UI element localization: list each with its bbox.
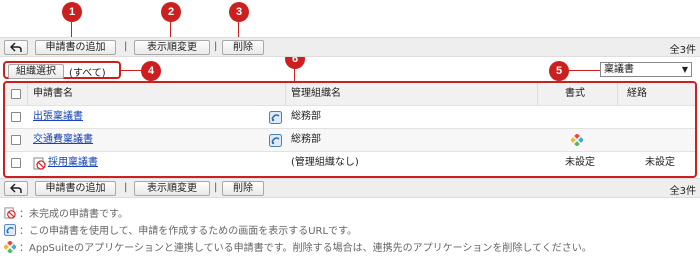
format-status: 未設定 bbox=[565, 157, 595, 168]
table-row: 採用稟議書 (管理組織なし) 未設定 未設定 bbox=[5, 152, 695, 175]
table-header: 申請書名 管理組織名 書式 経路 bbox=[5, 83, 695, 106]
legend-appsuite-text: ：AppSuiteのアプリケーションと連携している申請書です。削除する場合は、連… bbox=[19, 243, 592, 254]
url-icon[interactable] bbox=[269, 134, 282, 150]
route-status: 未設定 bbox=[645, 157, 675, 168]
org-filter-group: 組織選択 (すべて) bbox=[3, 61, 121, 79]
item-count: 全3件 bbox=[669, 186, 696, 197]
form-name-link[interactable]: 採用稟議書 bbox=[48, 152, 98, 175]
form-table: 申請書名 管理組織名 書式 経路 出張稟議書 総務部 交通費稟議書 総務部 採用 bbox=[3, 81, 697, 178]
callout-1: 1 bbox=[62, 2, 82, 22]
incomplete-icon bbox=[33, 157, 46, 173]
org-name: 総務部 bbox=[291, 134, 321, 145]
org-name: (管理組織なし) bbox=[291, 157, 359, 168]
toolbar-separator: | bbox=[124, 182, 128, 193]
callout-3: 3 bbox=[229, 2, 249, 22]
org-select-button[interactable]: 組織選択 bbox=[8, 64, 64, 79]
add-form-button[interactable]: 申請書の追加 bbox=[35, 40, 116, 55]
row-checkbox[interactable] bbox=[11, 135, 21, 145]
appsuite-icon bbox=[3, 239, 17, 256]
back-arrow-icon bbox=[10, 42, 22, 52]
header-format[interactable]: 書式 bbox=[565, 83, 585, 106]
toolbar-separator: | bbox=[214, 182, 218, 193]
back-button[interactable] bbox=[4, 181, 28, 196]
chevron-down-icon: ▼ bbox=[681, 65, 688, 74]
url-icon bbox=[4, 223, 16, 239]
add-form-button[interactable]: 申請書の追加 bbox=[35, 181, 116, 196]
header-org-name[interactable]: 管理組織名 bbox=[291, 83, 341, 106]
url-icon[interactable] bbox=[269, 111, 282, 127]
incomplete-icon bbox=[4, 206, 16, 222]
table-row: 出張稟議書 総務部 bbox=[5, 106, 695, 129]
reorder-button[interactable]: 表示順変更 bbox=[134, 181, 210, 196]
header-route[interactable]: 経路 bbox=[627, 83, 647, 106]
legend-appsuite: ：AppSuiteのアプリケーションと連携している申請書です。削除する場合は、連… bbox=[3, 239, 592, 256]
item-count: 全3件 bbox=[669, 45, 696, 56]
callout-2: 2 bbox=[161, 2, 181, 22]
row-checkbox[interactable] bbox=[11, 158, 21, 168]
delete-button[interactable]: 削除 bbox=[222, 181, 264, 196]
header-form-name[interactable]: 申請書名 bbox=[33, 83, 73, 106]
form-type-select[interactable]: 稟議書 ▼ bbox=[600, 62, 692, 77]
row-checkbox[interactable] bbox=[11, 112, 21, 122]
delete-button[interactable]: 削除 bbox=[222, 40, 264, 55]
legend-incomplete-text: ：未完成の申請書です。 bbox=[19, 209, 128, 220]
legend-url: ：この申請書を使用して、申請を作成するための画面を表示するURLです。 bbox=[4, 222, 357, 239]
org-name: 総務部 bbox=[291, 111, 321, 122]
bottom-toolbar: 申請書の追加 | 表示順変更 | 削除 全3件 bbox=[0, 178, 700, 198]
reorder-button[interactable]: 表示順変更 bbox=[134, 40, 210, 55]
legend-incomplete: ：未完成の申請書です。 bbox=[4, 205, 128, 222]
select-all-checkbox[interactable] bbox=[11, 89, 21, 99]
top-toolbar: 申請書の追加 | 表示順変更 | 削除 全3件 bbox=[0, 37, 700, 57]
legend-url-text: ：この申請書を使用して、申請を作成するための画面を表示するURLです。 bbox=[19, 226, 358, 237]
form-name-link[interactable]: 出張稟議書 bbox=[33, 106, 83, 129]
form-name-link[interactable]: 交通費稟議書 bbox=[33, 129, 93, 152]
filter-bar: 組織選択 (すべて) bbox=[0, 61, 700, 79]
toolbar-separator: | bbox=[214, 41, 218, 52]
toolbar-separator: | bbox=[124, 41, 128, 52]
form-type-value: 稟議書 bbox=[604, 64, 634, 75]
back-arrow-icon bbox=[10, 183, 22, 193]
appsuite-icon bbox=[570, 133, 584, 149]
org-scope-label: (すべて) bbox=[69, 68, 106, 79]
back-button[interactable] bbox=[4, 40, 28, 55]
table-row: 交通費稟議書 総務部 bbox=[5, 129, 695, 152]
